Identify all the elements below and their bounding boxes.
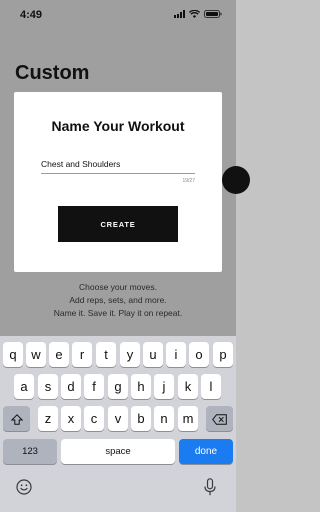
numbers-key[interactable]: 123 xyxy=(3,439,57,464)
name-workout-dialog: Name Your Workout 19/27 CREATE xyxy=(14,92,222,272)
key-r[interactable]: r xyxy=(72,342,92,367)
empty-state-hint: Choose your moves. Add reps, sets, and m… xyxy=(0,281,236,320)
space-key[interactable]: space xyxy=(61,439,175,464)
wifi-icon xyxy=(189,10,200,18)
side-action-button[interactable] xyxy=(222,166,250,194)
backspace-key[interactable] xyxy=(206,406,233,431)
key-p[interactable]: p xyxy=(213,342,233,367)
key-h[interactable]: h xyxy=(131,374,151,399)
key-f[interactable]: f xyxy=(84,374,104,399)
key-q[interactable]: q xyxy=(3,342,23,367)
dialog-title: Name Your Workout xyxy=(51,118,185,134)
emoji-icon[interactable] xyxy=(16,479,32,495)
create-button[interactable]: CREATE xyxy=(58,206,178,242)
key-n[interactable]: n xyxy=(154,406,174,431)
backspace-icon xyxy=(212,414,227,425)
status-time: 4:49 xyxy=(20,9,43,21)
key-c[interactable]: c xyxy=(84,406,104,431)
status-icons xyxy=(174,10,222,18)
key-x[interactable]: x xyxy=(61,406,81,431)
key-a[interactable]: a xyxy=(14,374,34,399)
key-j[interactable]: j xyxy=(154,374,174,399)
key-o[interactable]: o xyxy=(189,342,209,367)
key-s[interactable]: s xyxy=(38,374,58,399)
microphone-icon[interactable] xyxy=(204,478,216,496)
page-title: Custom xyxy=(15,62,90,84)
key-g[interactable]: g xyxy=(108,374,128,399)
hint-line: Name it. Save it. Play it on repeat. xyxy=(53,308,183,318)
status-bar: 4:49 xyxy=(0,0,236,30)
key-y[interactable]: y xyxy=(120,342,140,367)
key-u[interactable]: u xyxy=(143,342,163,367)
key-b[interactable]: b xyxy=(131,406,151,431)
workout-name-input[interactable] xyxy=(41,154,195,174)
battery-icon xyxy=(204,10,222,18)
hint-line: Choose your moves. xyxy=(79,282,157,292)
key-w[interactable]: w xyxy=(26,342,46,367)
key-d[interactable]: d xyxy=(61,374,81,399)
key-m[interactable]: m xyxy=(178,406,198,431)
key-t[interactable]: t xyxy=(96,342,116,367)
key-z[interactable]: z xyxy=(38,406,58,431)
shift-icon xyxy=(10,414,23,425)
shift-key[interactable] xyxy=(3,406,30,431)
character-count: 19/27 xyxy=(182,178,195,184)
key-i[interactable]: i xyxy=(166,342,186,367)
key-k[interactable]: k xyxy=(178,374,198,399)
key-l[interactable]: l xyxy=(201,374,221,399)
hint-line: Add reps, sets, and more. xyxy=(69,295,167,305)
done-key[interactable]: done xyxy=(179,439,233,464)
keyboard: q w e r t y u i o p a s d f g h j k l z … xyxy=(0,336,236,512)
key-v[interactable]: v xyxy=(108,406,128,431)
key-e[interactable]: e xyxy=(49,342,69,367)
signal-icon xyxy=(174,10,185,18)
